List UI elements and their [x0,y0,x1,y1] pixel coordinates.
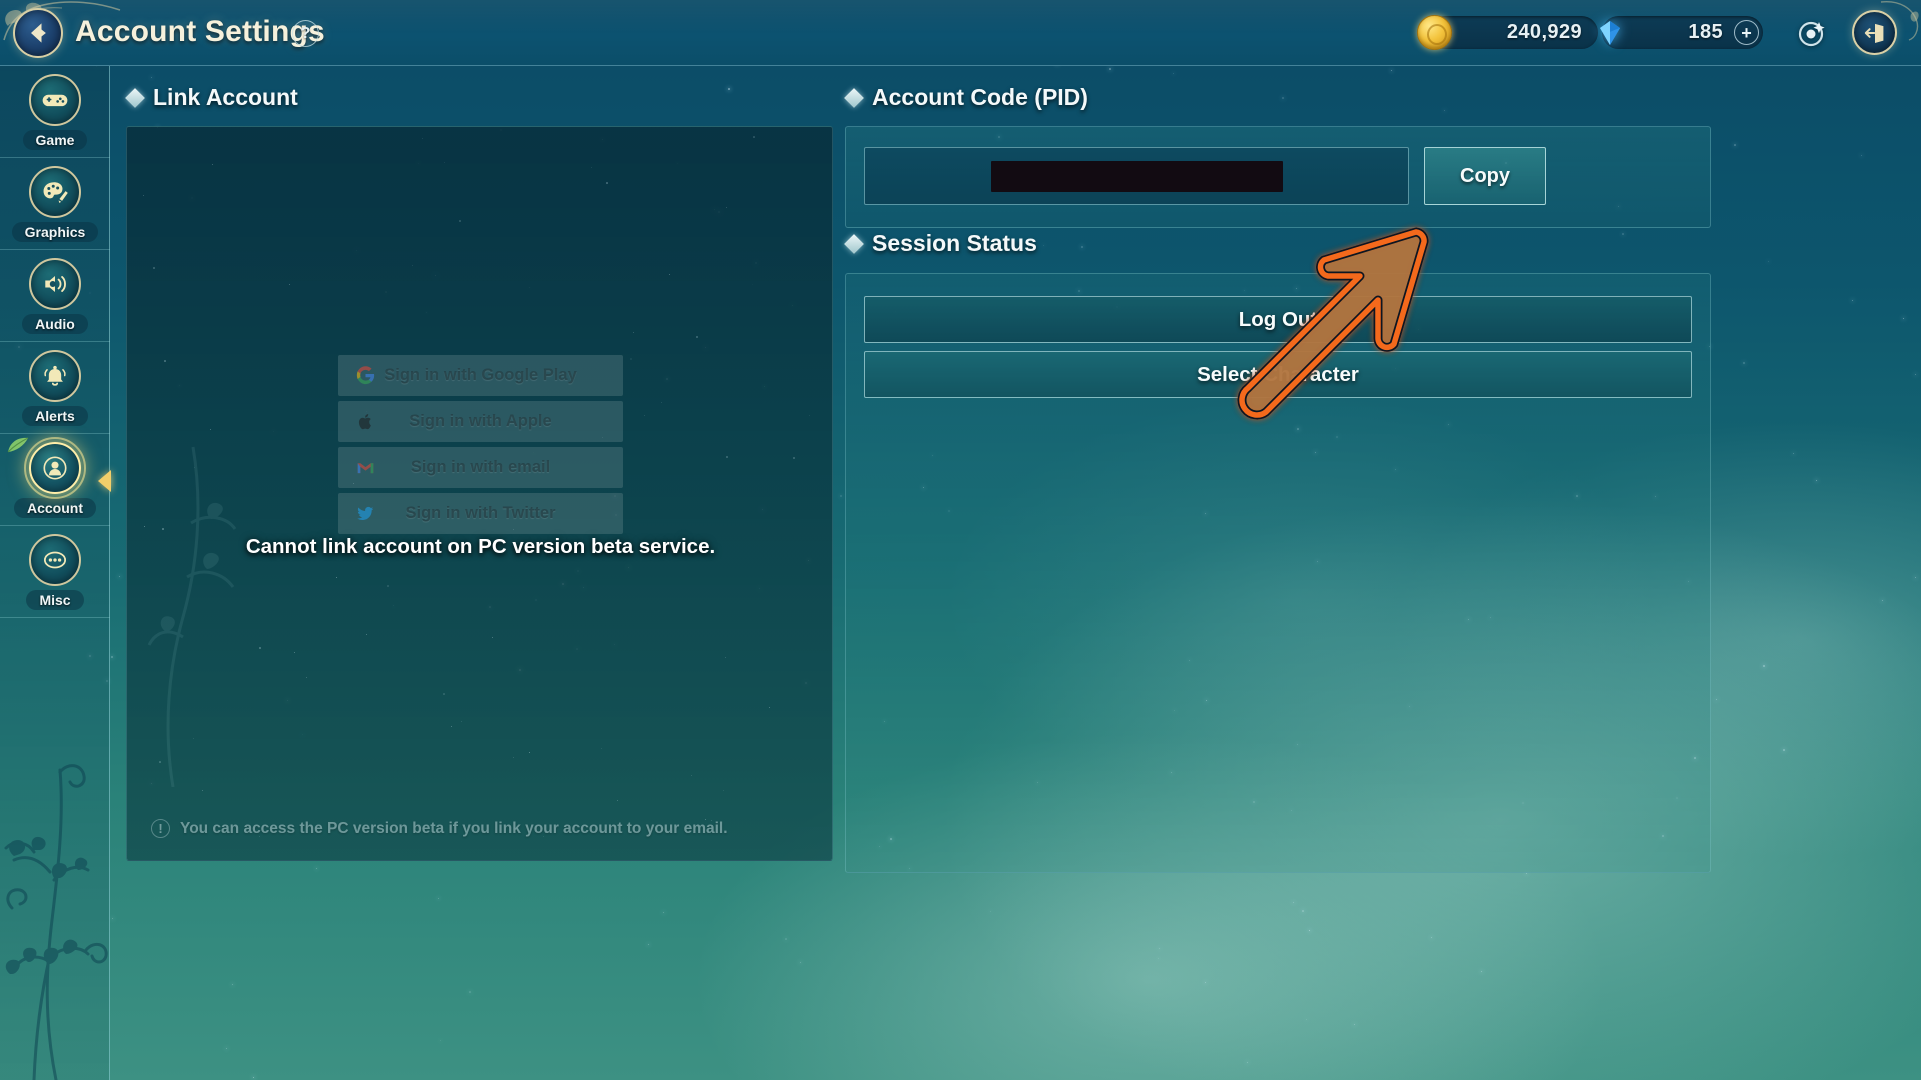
signin-buttons-list: Sign in with Google Play Sign in with Ap… [338,355,623,539]
speaker-icon [29,258,81,310]
ellipsis-icon [29,534,81,586]
palette-icon [29,166,81,218]
sidebar-item-graphics[interactable]: Graphics [0,158,110,250]
log-out-button[interactable]: Log Out [864,296,1692,343]
diamond-bullet-icon [844,234,864,254]
top-header-bar: Account Settings ? 240,929 185 + [0,0,1921,66]
sidebar-item-account[interactable]: Account [0,434,110,526]
leaf-decoration-icon [6,436,30,454]
google-icon [354,365,376,387]
exit-door-icon [1862,20,1888,46]
apple-icon [354,411,376,433]
session-status-panel: Log Out Select Character [845,273,1711,873]
help-button[interactable]: ? [292,20,319,47]
settings-sidebar: Game Graphics Audio Alerts Account Misc [0,66,110,1080]
target-orb-icon[interactable] [1797,18,1827,48]
coin-amount: 240,929 [1507,21,1582,44]
signin-twitter-button[interactable]: Sign in with Twitter [338,493,623,534]
section-title: Session Status [872,230,1037,257]
sidebar-item-label: Game [23,130,88,150]
gamepad-icon [29,74,81,126]
gem-amount: 185 [1688,21,1723,44]
diamond-bullet-icon [844,88,864,108]
account-code-field[interactable] [864,147,1409,205]
twitter-icon [354,503,376,525]
sidebar-item-label: Misc [26,590,83,610]
page-title: Account Settings [75,15,325,49]
sidebar-item-label: Audio [22,314,88,334]
back-arrow-icon [24,19,52,47]
signin-button-label: Sign in with Apple [409,412,551,431]
person-icon [29,442,81,494]
settings-content: Link Account Sign in with Google Play Si… [110,66,1921,1080]
sidebar-item-label: Alerts [22,406,88,426]
blue-gem-icon [1594,18,1626,48]
account-code-section-header: Account Code (PID) [847,84,1088,111]
sidebar-item-alerts[interactable]: Alerts [0,342,110,434]
signin-button-label: Sign in with Google Play [384,366,577,385]
signin-google-play-button[interactable]: Sign in with Google Play [338,355,623,396]
coin-currency-display[interactable]: 240,929 [1427,16,1598,49]
link-account-section-header: Link Account [128,84,298,111]
link-account-panel: Sign in with Google Play Sign in with Ap… [126,126,833,861]
selection-arrow-icon [98,470,111,492]
sidebar-item-label: Graphics [12,222,99,242]
back-button[interactable] [13,8,63,58]
signin-button-label: Sign in with Twitter [405,504,555,523]
section-title: Account Code (PID) [872,84,1088,111]
link-account-footnote: ! You can access the PC version beta if … [151,819,728,838]
diamond-bullet-icon [125,88,145,108]
add-gems-button[interactable]: + [1734,20,1759,45]
exit-door-button[interactable] [1852,10,1897,55]
redaction-bar [991,161,1283,192]
gold-coin-icon [1417,15,1452,50]
sidebar-vine-decoration [0,750,124,1080]
session-status-section-header: Session Status [847,230,1037,257]
cannot-link-message: Cannot link account on PC version beta s… [127,535,833,559]
sidebar-item-audio[interactable]: Audio [0,250,110,342]
gem-currency-display[interactable]: 185 + [1602,16,1763,49]
bell-icon [29,350,81,402]
sidebar-item-game[interactable]: Game [0,66,110,158]
signin-apple-button[interactable]: Sign in with Apple [338,401,623,442]
footnote-text: You can access the PC version beta if yo… [180,820,728,838]
account-code-panel: Copy [845,126,1711,228]
sidebar-item-misc[interactable]: Misc [0,526,110,618]
select-character-button[interactable]: Select Character [864,351,1692,398]
signin-email-button[interactable]: Sign in with email [338,447,623,488]
gmail-icon [354,457,376,479]
sidebar-item-label: Account [14,498,96,518]
signin-button-label: Sign in with email [411,458,550,477]
copy-button[interactable]: Copy [1424,147,1546,205]
exclamation-icon: ! [151,819,170,838]
section-title: Link Account [153,84,298,111]
